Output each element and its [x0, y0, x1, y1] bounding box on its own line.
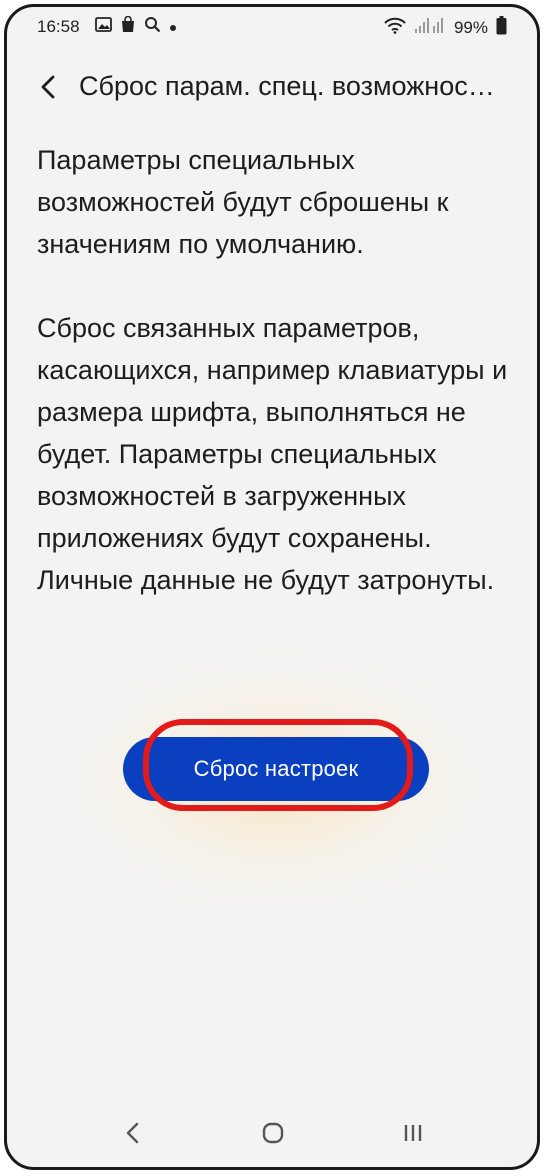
nav-recents-icon — [404, 1125, 422, 1141]
battery-icon — [496, 16, 507, 40]
description-text: Параметры специальных возможностей будут… — [37, 139, 515, 601]
back-button[interactable] — [27, 65, 71, 109]
signal-icon — [414, 17, 446, 39]
back-arrow-icon — [41, 75, 55, 99]
nav-recents-button[interactable] — [391, 1111, 435, 1155]
app-bar: Сброс парам. спец. возможнос… — [7, 59, 537, 115]
nav-home-button[interactable] — [251, 1111, 295, 1155]
status-bar: 16:58 99% — [7, 7, 537, 47]
page-title: Сброс парам. спец. возможнос… — [79, 71, 495, 101]
highlight-annotation-ring — [143, 719, 413, 811]
phone-screen: 16:58 99% Сброс парам. спец. возможнос… … — [4, 4, 540, 1170]
description-paragraph-1: Параметры специальных возможностей будут… — [37, 145, 449, 259]
description-paragraph-2: Сброс связанных параметров, касающихся, … — [37, 313, 508, 595]
image-icon — [95, 17, 112, 37]
notification-icons — [95, 15, 177, 38]
wifi-icon — [384, 17, 406, 39]
nav-back-icon — [126, 1122, 139, 1144]
shopping-bag-icon — [120, 15, 136, 38]
nav-back-button[interactable] — [111, 1111, 155, 1155]
navigation-bar — [7, 1097, 537, 1167]
nav-home-icon — [262, 1122, 284, 1144]
status-time: 16:58 — [37, 17, 80, 36]
search-icon — [144, 16, 161, 38]
dot-icon — [169, 17, 177, 37]
system-status-icons: 99% — [384, 16, 507, 40]
battery-percent: 99% — [453, 18, 488, 37]
